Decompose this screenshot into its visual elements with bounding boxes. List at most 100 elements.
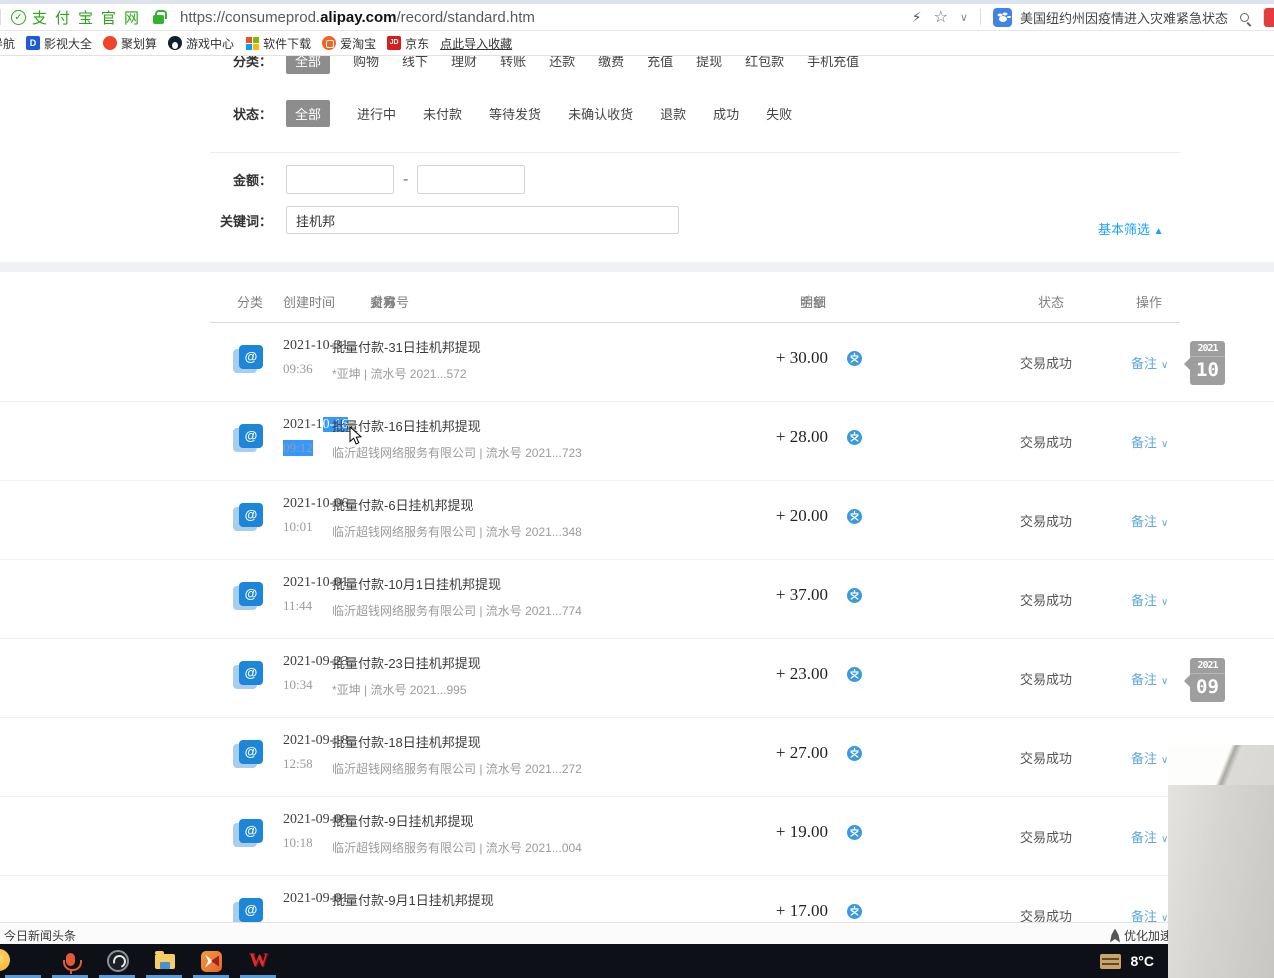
hot-search-text[interactable]: 美国纽约州因疫情进入灾难紧急状态 (1020, 8, 1228, 27)
status-filter-row: 状态： 全部 进行中 未付款 等待发货 未确认收货 退款 成功 失败 (208, 100, 792, 127)
boost-button[interactable]: 优化加速 (1110, 927, 1172, 944)
category-all-button[interactable]: 全部 (286, 56, 330, 74)
status-option[interactable]: 退款 (660, 104, 686, 123)
search-icon[interactable] (1240, 13, 1249, 22)
row-time: 11:44 (283, 598, 312, 614)
row-title: 批量付款-9月1日挂机邦提现 (332, 890, 494, 909)
remark-link[interactable]: 备注∨ (1131, 511, 1168, 530)
bookmark-game-center[interactable]: 游戏中心 (168, 35, 234, 52)
status-option[interactable]: 未付款 (423, 104, 462, 123)
chevron-down-icon: ∨ (1161, 676, 1168, 687)
remark-link[interactable]: 备注∨ (1131, 590, 1168, 609)
remark-link[interactable]: 备注∨ (1131, 748, 1168, 767)
bookmark-import-link[interactable]: 点此导入收藏 (440, 35, 512, 52)
amount-label: 金额： (208, 170, 272, 189)
month-badge: 2021 09 (1190, 658, 1225, 702)
amount-min-input[interactable] (286, 165, 394, 194)
taskbar-app-explorer[interactable] (141, 944, 188, 978)
category-filter-row: 分类： 全部 购物 线下 理财 转账 还款 缴费 充值 提现 红包款 手机充值 (208, 56, 859, 74)
alipay-balance-icon[interactable] (847, 667, 862, 682)
remark-label: 备注 (1131, 435, 1157, 450)
amount-filter-row: 金额： - (208, 165, 525, 194)
table-row: @ 2021-09-01 批量付款-9月1日挂机邦提现 + 17.00 交易成功… (0, 876, 1274, 922)
category-option[interactable]: 红包款 (745, 56, 784, 70)
remark-link[interactable]: 备注∨ (1131, 353, 1168, 372)
hot-search-icon[interactable] (993, 8, 1012, 27)
alipay-balance-icon[interactable] (847, 904, 862, 919)
badge-month: 10 (1190, 357, 1225, 384)
remark-link[interactable]: 备注∨ (1131, 432, 1168, 451)
chevron-down-icon[interactable]: ∨ (960, 11, 968, 24)
category-option[interactable]: 缴费 (598, 56, 624, 70)
mouse-cursor (349, 426, 363, 446)
remark-link[interactable]: 备注∨ (1131, 827, 1168, 846)
alipay-balance-icon[interactable] (847, 825, 862, 840)
bookmark-label: 影视大全 (44, 35, 92, 52)
bookmark-jd[interactable]: JD京东 (387, 35, 429, 52)
keyword-input[interactable] (286, 206, 679, 234)
category-option[interactable]: 还款 (549, 56, 575, 70)
month-badge: 2021 10 (1190, 341, 1225, 385)
remark-link[interactable]: 备注 ∨ (1131, 669, 1168, 688)
taskbar-app-obs[interactable] (94, 944, 141, 978)
weather-temperature[interactable]: 8°C (1131, 953, 1155, 969)
status-option[interactable]: 未确认收货 (568, 104, 633, 123)
verified-check-icon: ✓ (11, 10, 26, 25)
category-option[interactable]: 提现 (696, 56, 722, 70)
video-editor-icon (201, 951, 222, 972)
taskbar-app-partial[interactable] (0, 944, 47, 978)
bookmark-aitaobao[interactable]: 爱淘宝 (322, 35, 376, 52)
category-option[interactable]: 转账 (500, 56, 526, 70)
alipay-balance-icon[interactable] (847, 509, 862, 524)
status-option[interactable]: 进行中 (357, 104, 396, 123)
remark-label: 备注 (1131, 514, 1157, 529)
bookmark-star-icon[interactable]: ☆ (934, 7, 948, 27)
news-headline-link[interactable]: 今日新闻头条 (4, 927, 76, 944)
basic-filter-toggle[interactable]: 基本筛选 ▲ (1098, 219, 1164, 238)
category-option[interactable]: 购物 (353, 56, 379, 70)
flash-icon[interactable]: ⚡ (912, 9, 922, 26)
category-option[interactable]: 手机充值 (807, 56, 859, 70)
address-url[interactable]: https://consumeprod.alipay.com/record/st… (180, 9, 535, 26)
bookmark-yingshi[interactable]: D影视大全 (26, 35, 92, 52)
row-status: 交易成功 (1008, 353, 1084, 372)
toolbar-divider (0, 9, 1, 25)
bookmark-software-download[interactable]: 软件下载 (245, 35, 311, 52)
remark-label: 备注 (1131, 672, 1157, 687)
category-option[interactable]: 理财 (451, 56, 477, 70)
alipay-balance-icon[interactable] (847, 588, 862, 603)
taskbar-app-video-editor[interactable] (188, 944, 235, 978)
taskbar-app-wps[interactable]: W (235, 944, 282, 978)
category-option[interactable]: 充值 (647, 56, 673, 70)
extension-icon-partial[interactable] (1264, 8, 1274, 27)
input-method-icon[interactable] (1100, 954, 1121, 969)
bookmark-juhuasuan[interactable]: 聚划算 (103, 35, 157, 52)
remark-link[interactable]: 备注∨ (1131, 906, 1168, 922)
alipay-balance-icon[interactable] (847, 351, 862, 366)
remark-label: 备注 (1131, 909, 1157, 922)
header-detail: 明细 (800, 292, 826, 311)
taskbar-app-recorder[interactable] (47, 944, 94, 978)
table-row: @ 2021-09-0910:18 批量付款-9日挂机邦提现临沂超钱网络服务有限… (0, 797, 1274, 876)
site-verified-badge[interactable]: ✓ 支付宝官网 (11, 7, 147, 28)
bookmark-label: 导航 (0, 35, 15, 52)
amount-max-input[interactable] (417, 165, 525, 194)
header-created-time: 创建时间 (283, 292, 335, 311)
alipay-balance-icon[interactable] (847, 430, 862, 445)
wps-icon: W (249, 950, 268, 972)
row-amount: + 23.00 (640, 664, 828, 684)
category-option[interactable]: 线下 (402, 56, 428, 70)
status-all-button[interactable]: 全部 (286, 100, 330, 127)
status-option[interactable]: 失败 (766, 104, 792, 123)
row-status: 交易成功 (1008, 511, 1084, 530)
bookmark-nav[interactable]: 导航 (0, 35, 15, 52)
filter-divider (210, 152, 1180, 153)
row-status: 交易成功 (1008, 590, 1084, 609)
bookmark-label: 爱淘宝 (340, 35, 376, 52)
status-option[interactable]: 成功 (713, 104, 739, 123)
row-party: 临沂超钱网络服务有限公司 | 流水号 2021...774 (332, 602, 582, 619)
row-title: 批量付款-10月1日挂机邦提现 (332, 574, 582, 593)
status-option[interactable]: 等待发货 (489, 104, 541, 123)
alipay-balance-icon[interactable] (847, 746, 862, 761)
table-row: @ 2021-10-1609:12 批量付款-16日挂机邦提现临沂超钱网络服务有… (0, 402, 1274, 481)
